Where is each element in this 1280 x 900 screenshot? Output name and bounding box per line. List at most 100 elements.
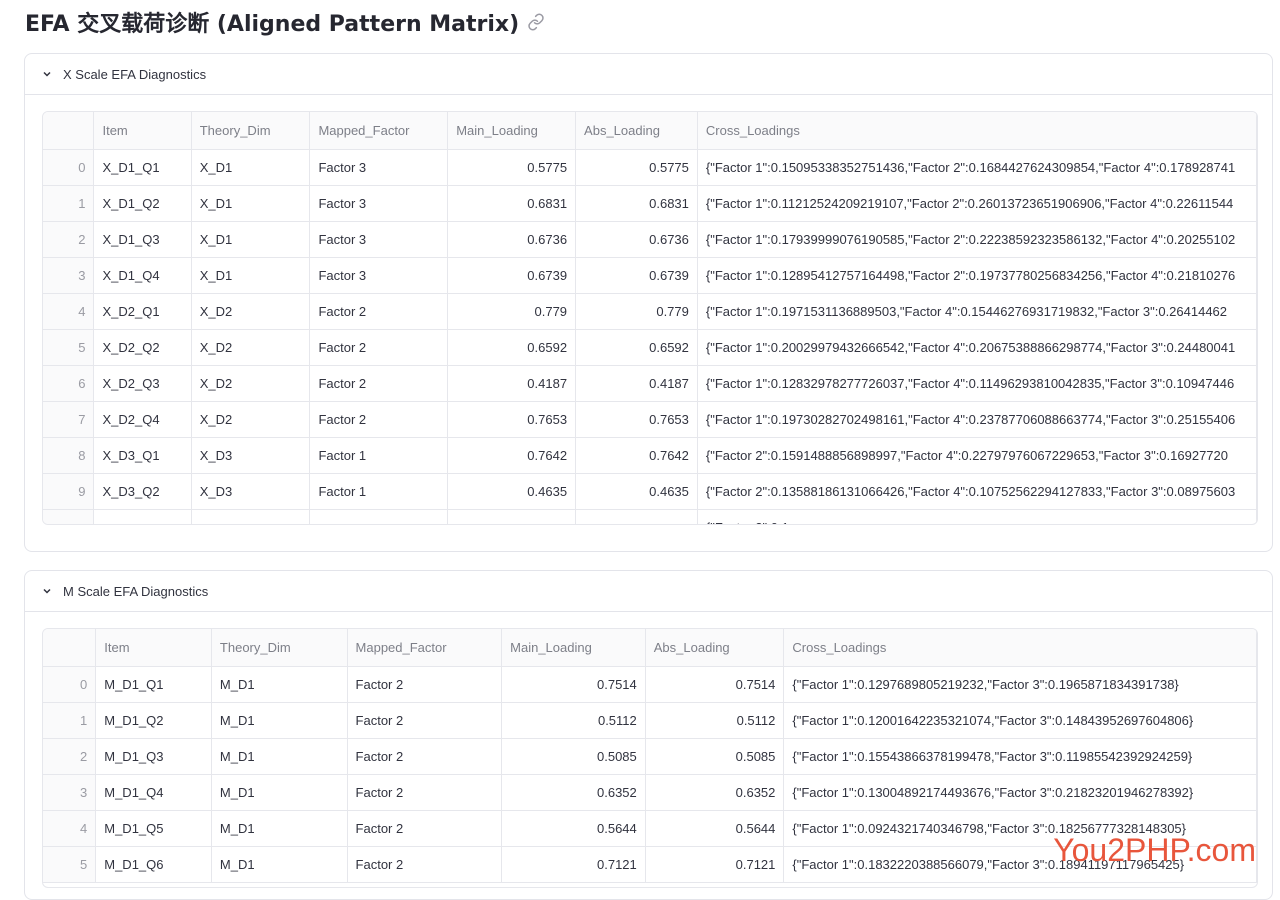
column-header-item[interactable]: Item bbox=[93, 112, 192, 150]
abs-loading-cell[interactable]: 0.6592 bbox=[575, 329, 698, 366]
x-scale-table[interactable]: Item Theory_Dim Mapped_Factor Main_Loadi… bbox=[42, 111, 1258, 525]
theory-dim-cell[interactable]: X_D2 bbox=[191, 365, 311, 402]
table-row[interactable]: 9 X_D3_Q2 X_D3 Factor 1 0.4635 0.4635 {"Factor… bbox=[43, 473, 1257, 510]
mapped-factor-cell[interactable]: Factor 2 bbox=[347, 774, 503, 811]
main-loading-cell[interactable]: 0.7653 bbox=[447, 401, 577, 438]
abs-loading-cell[interactable]: 0.6736 bbox=[575, 221, 698, 258]
table-row[interactable]: 6 X_D2_Q3 X_D2 Factor 2 0.4187 0.4187 {"Factor… bbox=[43, 365, 1257, 402]
table-row[interactable]: 0 M_D1_Q1 M_D1 Factor 2 0.7514 0.7514 {"Factor… bbox=[43, 666, 1257, 703]
mapped-factor-cell[interactable]: Factor 2 bbox=[347, 666, 503, 703]
row-index[interactable]: 1 bbox=[43, 185, 95, 222]
row-index[interactable]: 5 bbox=[43, 846, 97, 883]
cross-loadings-cell[interactable]: {"Factor 1":0.13004892174493676,"Factor … bbox=[783, 774, 1257, 811]
row-index[interactable]: 1 bbox=[43, 702, 97, 739]
abs-loading-cell[interactable]: 0.6831 bbox=[575, 185, 698, 222]
main-loading-cell[interactable]: 0.7121 bbox=[501, 846, 646, 883]
column-header-theory-dim[interactable]: Theory_Dim bbox=[211, 629, 348, 667]
main-loading-cell[interactable]: 0.6592 bbox=[447, 329, 577, 366]
row-index[interactable]: 5 bbox=[43, 329, 95, 366]
column-header-cross-loadings[interactable]: Cross_Loadings bbox=[783, 629, 1257, 667]
main-loading-cell[interactable]: 0.7514 bbox=[501, 666, 646, 703]
mapped-factor-cell[interactable]: Factor 2 bbox=[347, 846, 503, 883]
item-cell[interactable]: M_D1_Q4 bbox=[95, 774, 212, 811]
m-scale-expander-header[interactable]: M Scale EFA Diagnostics bbox=[25, 571, 1272, 612]
cross-loadings-cell[interactable]: {"Factor 1":0.15543866378199478,"Factor … bbox=[783, 738, 1257, 775]
theory-dim-cell[interactable]: X_D3 bbox=[191, 473, 311, 510]
item-cell[interactable]: X_D3_Q1 bbox=[93, 437, 192, 474]
theory-dim-cell[interactable]: M_D1 bbox=[211, 846, 348, 883]
row-index[interactable]: 3 bbox=[43, 774, 97, 811]
mapped-factor-cell[interactable]: Factor 1 bbox=[309, 437, 449, 474]
theory-dim-cell[interactable]: X_D1 bbox=[191, 149, 311, 186]
column-header-theory-dim[interactable]: Theory_Dim bbox=[191, 112, 311, 150]
row-index[interactable]: 7 bbox=[43, 401, 95, 438]
link-icon[interactable] bbox=[527, 13, 545, 31]
abs-loading-cell[interactable]: 0.6739 bbox=[575, 257, 698, 294]
column-header-cross-loadings[interactable]: Cross_Loadings bbox=[697, 112, 1257, 150]
abs-loading-cell[interactable]: 0.5775 bbox=[575, 149, 698, 186]
item-cell[interactable]: M_D1_Q3 bbox=[95, 738, 212, 775]
item-cell[interactable]: X_D2_Q2 bbox=[93, 329, 192, 366]
theory-dim-cell[interactable]: M_D1 bbox=[211, 810, 348, 847]
theory-dim-cell[interactable] bbox=[191, 509, 311, 524]
main-loading-cell[interactable]: 0.4187 bbox=[447, 365, 577, 402]
theory-dim-cell[interactable]: M_D1 bbox=[211, 666, 348, 703]
main-loading-cell[interactable]: 0.5775 bbox=[447, 149, 577, 186]
item-cell[interactable]: X_D1_Q1 bbox=[93, 149, 192, 186]
cross-loadings-cell[interactable]: {"Factor 1":0.1971531136889503,"Factor 4… bbox=[697, 293, 1257, 330]
table-row[interactable]: 4 X_D2_Q1 X_D2 Factor 2 0.779 0.779 {"Factor 1… bbox=[43, 293, 1257, 330]
item-cell[interactable]: X_D2_Q4 bbox=[93, 401, 192, 438]
main-loading-cell[interactable]: 0.6831 bbox=[447, 185, 577, 222]
item-cell[interactable]: X_D1_Q2 bbox=[93, 185, 192, 222]
mapped-factor-cell[interactable]: Factor 2 bbox=[347, 702, 503, 739]
column-header-abs-loading[interactable]: Abs_Loading bbox=[645, 629, 785, 667]
table-row[interactable]: 8 X_D3_Q1 X_D3 Factor 1 0.7642 0.7642 {"Factor… bbox=[43, 437, 1257, 474]
mapped-factor-cell[interactable]: Factor 3 bbox=[309, 149, 449, 186]
cross-loadings-cell[interactable]: {"Factor 2":0.1... bbox=[697, 509, 1257, 524]
theory-dim-cell[interactable]: X_D2 bbox=[191, 401, 311, 438]
cross-loadings-cell[interactable]: {"Factor 2":0.1591488856898997,"Factor 4… bbox=[697, 437, 1257, 474]
item-cell[interactable]: X_D2_Q1 bbox=[93, 293, 192, 330]
table-row[interactable]: 3 M_D1_Q4 M_D1 Factor 2 0.6352 0.6352 {"Factor… bbox=[43, 774, 1257, 811]
item-cell[interactable]: M_D1_Q5 bbox=[95, 810, 212, 847]
main-loading-cell[interactable]: 0.7642 bbox=[447, 437, 577, 474]
row-index[interactable]: 2 bbox=[43, 738, 97, 775]
main-loading-cell[interactable]: 0.5644 bbox=[501, 810, 646, 847]
item-cell[interactable] bbox=[93, 509, 192, 524]
abs-loading-cell[interactable] bbox=[575, 509, 698, 524]
cross-loadings-cell[interactable]: {"Factor 1":0.12832978277726037,"Factor … bbox=[697, 365, 1257, 402]
column-header-mapped-factor[interactable]: Mapped_Factor bbox=[309, 112, 449, 150]
row-index[interactable]: 3 bbox=[43, 257, 95, 294]
theory-dim-cell[interactable]: M_D1 bbox=[211, 774, 348, 811]
abs-loading-cell[interactable]: 0.5112 bbox=[645, 702, 785, 739]
item-cell[interactable]: M_D1_Q2 bbox=[95, 702, 212, 739]
table-row[interactable]: {"Factor 2":0.1... bbox=[43, 509, 1257, 524]
row-index[interactable]: 2 bbox=[43, 221, 95, 258]
table-row[interactable]: 7 X_D2_Q4 X_D2 Factor 2 0.7653 0.7653 {"Factor… bbox=[43, 401, 1257, 438]
abs-loading-cell[interactable]: 0.5644 bbox=[645, 810, 785, 847]
cross-loadings-cell[interactable]: {"Factor 1":0.19730282702498161,"Factor … bbox=[697, 401, 1257, 438]
cross-loadings-cell[interactable]: {"Factor 2":0.13588186131066426,"Factor … bbox=[697, 473, 1257, 510]
abs-loading-cell[interactable]: 0.4187 bbox=[575, 365, 698, 402]
theory-dim-cell[interactable]: X_D2 bbox=[191, 293, 311, 330]
row-index[interactable]: 4 bbox=[43, 810, 97, 847]
row-index[interactable]: 6 bbox=[43, 365, 95, 402]
item-cell[interactable]: X_D1_Q3 bbox=[93, 221, 192, 258]
mapped-factor-cell[interactable]: Factor 2 bbox=[309, 293, 449, 330]
main-loading-cell[interactable]: 0.5112 bbox=[501, 702, 646, 739]
mapped-factor-cell[interactable]: Factor 1 bbox=[309, 473, 449, 510]
item-cell[interactable]: X_D2_Q3 bbox=[93, 365, 192, 402]
table-row[interactable]: 3 X_D1_Q4 X_D1 Factor 3 0.6739 0.6739 {"Factor… bbox=[43, 257, 1257, 294]
mapped-factor-cell[interactable]: Factor 3 bbox=[309, 257, 449, 294]
row-index[interactable]: 0 bbox=[43, 666, 97, 703]
row-index[interactable]: 4 bbox=[43, 293, 95, 330]
abs-loading-cell[interactable]: 0.779 bbox=[575, 293, 698, 330]
row-index[interactable] bbox=[43, 509, 95, 524]
abs-loading-cell[interactable]: 0.7514 bbox=[645, 666, 785, 703]
table-row[interactable]: 5 X_D2_Q2 X_D2 Factor 2 0.6592 0.6592 {"Factor… bbox=[43, 329, 1257, 366]
cross-loadings-cell[interactable]: {"Factor 1":0.17939999076190585,"Factor … bbox=[697, 221, 1257, 258]
column-header-item[interactable]: Item bbox=[95, 629, 212, 667]
table-row[interactable]: 1 X_D1_Q2 X_D1 Factor 3 0.6831 0.6831 {"Factor… bbox=[43, 185, 1257, 222]
item-cell[interactable]: M_D1_Q1 bbox=[95, 666, 212, 703]
row-index[interactable]: 8 bbox=[43, 437, 95, 474]
